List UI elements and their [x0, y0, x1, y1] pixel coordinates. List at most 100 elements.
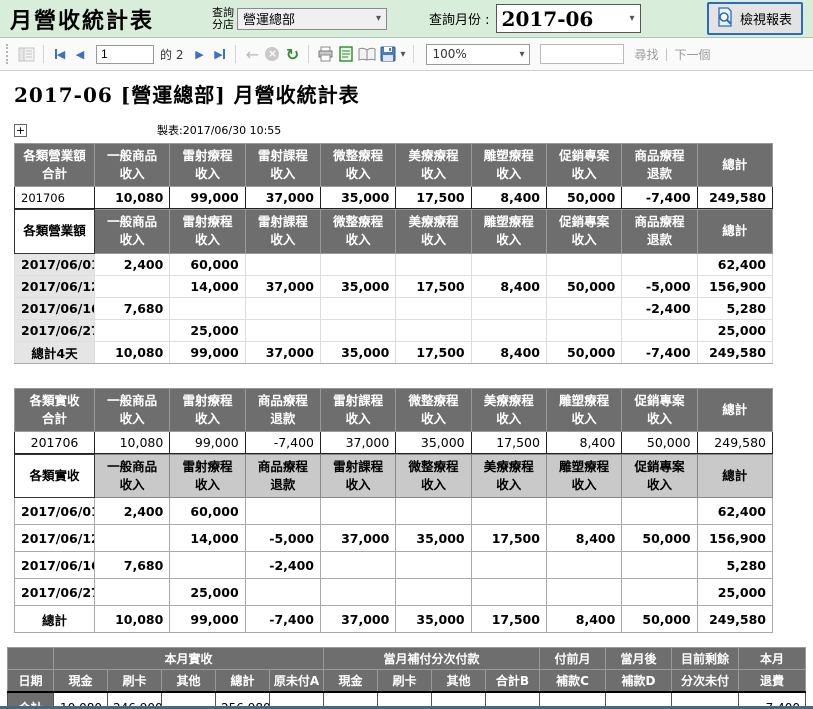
cell: 14,000 — [170, 275, 245, 297]
row-label: 2017/06/12 — [15, 275, 95, 297]
column-header: 商品療程退款 — [622, 210, 697, 253]
cell: 25,000 — [170, 319, 245, 341]
cell: -5,000 — [245, 525, 320, 552]
cell: 17,500 — [471, 606, 546, 633]
cell: -7,400 — [622, 341, 697, 363]
cell — [546, 297, 621, 319]
cell — [546, 319, 621, 341]
cell: 10,080 — [95, 606, 170, 633]
cell: 37,000 — [245, 341, 320, 363]
cell — [245, 253, 320, 275]
separator — [413, 45, 414, 63]
next-page-icon: ▶ — [195, 49, 203, 60]
cell — [95, 579, 170, 606]
cell — [622, 253, 697, 275]
cell — [396, 319, 471, 341]
cell — [245, 319, 320, 341]
table-row: 20170610,08099,00037,00035,00017,5008,40… — [15, 187, 773, 209]
branch-select-value: 營運總部 — [243, 9, 295, 28]
cell — [471, 579, 546, 606]
next-page-button[interactable]: ▶ — [189, 43, 209, 65]
column-header: 美療療程收入 — [396, 144, 471, 187]
print-icon[interactable] — [315, 43, 336, 65]
column-header: 總計 — [216, 670, 270, 693]
column-header: 雕塑療程收入 — [471, 144, 546, 187]
cell — [320, 319, 395, 341]
cell — [170, 552, 245, 579]
cell: 249,580 — [697, 606, 772, 633]
cell: 35,000 — [320, 341, 395, 363]
cell: 10,080 — [95, 431, 170, 453]
cell — [95, 275, 170, 297]
cell: 14,000 — [170, 525, 245, 552]
header-row: 各類營業額合計一般商品收入雷射療程收入雷射課程收入微整療程收入美療療程收入雕塑療… — [15, 144, 773, 187]
column-header: 日期 — [8, 670, 54, 693]
cell: 249,580 — [697, 431, 772, 453]
find-button[interactable]: 尋找 — [634, 46, 658, 63]
cell: 35,000 — [320, 275, 395, 297]
report-body: 2017-06 [營運總部] 月營收統計表 + 製表:2017/06/30 10… — [0, 71, 813, 709]
cell: 25,000 — [697, 319, 772, 341]
zoom-value: 100% — [432, 47, 466, 61]
column-header: 美療療程收入 — [471, 388, 546, 431]
refresh-icon[interactable]: ↻ — [282, 43, 302, 65]
column-header: 雷射療程收入 — [170, 210, 245, 253]
cell: 37,000 — [320, 431, 395, 453]
page-number-input[interactable] — [96, 45, 154, 64]
last-page-button[interactable]: ▶ — [209, 43, 229, 65]
cell: 50,000 — [546, 341, 621, 363]
separator: | — [665, 47, 669, 61]
cell: 35,000 — [320, 187, 395, 209]
cell: 37,000 — [245, 275, 320, 297]
export-save-icon[interactable]: ▾ — [378, 43, 407, 65]
cell: -7,400 — [245, 606, 320, 633]
find-next-button[interactable]: 下一個 — [675, 46, 711, 63]
column-header: 雷射課程收入 — [245, 210, 320, 253]
report-toolbar: ◀ ◀ 的 2 ▶ ▶ ← × ↻ ▾ — [0, 38, 813, 71]
cell: 99,000 — [170, 341, 245, 363]
cell: 10,080 — [95, 341, 170, 363]
print-layout-icon[interactable] — [336, 43, 356, 65]
table-row: 2017/06/1214,00037,00035,00017,5008,4005… — [15, 275, 773, 297]
column-header: 雷射課程收入 — [320, 388, 395, 431]
first-page-button[interactable]: ◀ — [50, 43, 70, 65]
group-header: 目前剩餘 — [672, 648, 739, 670]
cell — [320, 297, 395, 319]
revenue-daily-table: 各類營業額一般商品收入雷射療程收入雷射課程收入微整療程收入美療療程收入雕塑療程收… — [14, 209, 773, 363]
previous-page-button[interactable]: ◀ — [70, 43, 90, 65]
column-header: 一般商品收入 — [95, 144, 170, 187]
row-label: 2017/06/27 — [15, 319, 95, 341]
column-header: 促銷專案收入 — [622, 388, 697, 431]
view-report-label: 檢視報表 — [740, 9, 792, 28]
group-header: 付前月 — [540, 648, 606, 670]
table-row: 2017/06/167,680-2,4005,280 — [15, 552, 773, 579]
cell: 35,000 — [396, 525, 471, 552]
toolbar-grip — [6, 44, 10, 64]
report-title: 2017-06 [營運總部] 月營收統計表 — [14, 79, 813, 108]
view-report-button[interactable]: 檢視報表 — [707, 2, 803, 35]
page-setup-icon[interactable] — [356, 43, 378, 65]
stop-icon[interactable]: × — [262, 43, 282, 65]
header-row: 各類實收一般商品收入雷射療程收入商品療程退款雷射課程收入微整療程收入美療療程收入… — [15, 454, 773, 497]
cell — [471, 319, 546, 341]
cell — [320, 498, 395, 525]
group-header-row: 本月實收當月補付分次付款付前月當月後目前剩餘本月 — [8, 648, 806, 670]
cell: 99,000 — [170, 187, 245, 209]
expand-toggle[interactable]: + — [14, 124, 27, 137]
branch-select[interactable]: 營運總部 ▾ — [237, 8, 387, 30]
search-input[interactable] — [540, 44, 624, 64]
column-header: 雕塑療程收入 — [546, 454, 621, 497]
group-header: 本月 — [739, 648, 806, 670]
cell — [396, 498, 471, 525]
column-header: 促銷專案收入 — [546, 210, 621, 253]
table-row: 20170610,08099,000-7,40037,00035,00017,5… — [15, 431, 773, 453]
cell — [471, 498, 546, 525]
cell — [396, 579, 471, 606]
previous-page-icon: ◀ — [76, 49, 84, 60]
back-icon[interactable]: ← — [242, 43, 262, 65]
month-select[interactable]: 2017-06 ▾ — [496, 4, 641, 33]
column-header: 其他 — [432, 670, 486, 693]
zoom-select[interactable]: 100% ▾ — [426, 44, 530, 65]
column-header: 各類營業額 — [15, 210, 95, 253]
document-map-icon[interactable] — [16, 43, 37, 65]
